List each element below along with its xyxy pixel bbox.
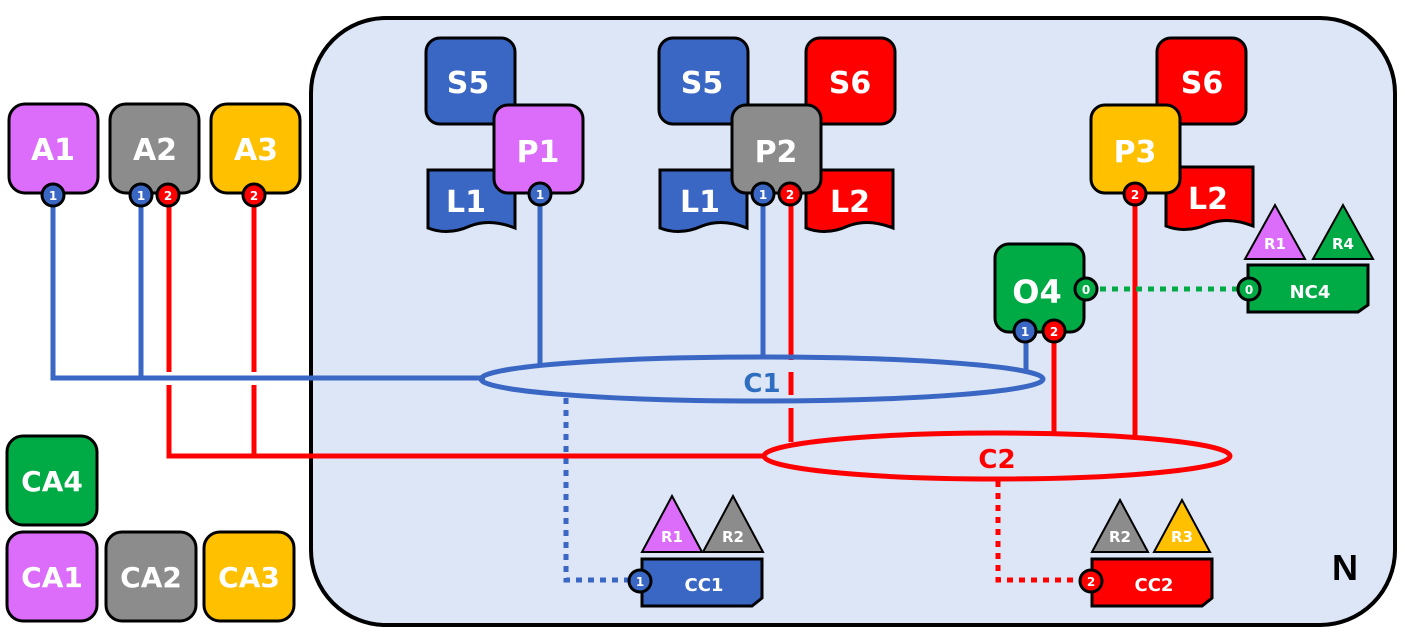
- policy-r2-cc2-label: R2: [1109, 528, 1131, 546]
- port-a3-2-label: 2: [250, 189, 258, 203]
- port-cc1-1-label: 1: [636, 575, 644, 589]
- port-p2-2-label: 2: [786, 188, 794, 202]
- actor-a3-label: A3: [234, 133, 278, 168]
- port-o4-2[interactable]: 2: [1041, 318, 1067, 344]
- peer-p2[interactable]: P2: [730, 103, 823, 195]
- ca-ca1-label: CA1: [21, 561, 83, 594]
- actor-a1[interactable]: A1: [7, 102, 100, 195]
- port-p1-1-label: 1: [536, 188, 544, 202]
- channel-c1-label: C1: [743, 369, 780, 399]
- port-cc2-2[interactable]: 2: [1078, 568, 1104, 594]
- port-o4-1-label: 1: [1021, 325, 1029, 339]
- policy-r3-cc2-label: R3: [1171, 528, 1193, 546]
- channel-config-cc1-label: CC1: [685, 575, 724, 596]
- port-a1-1-label: 1: [49, 189, 57, 203]
- policy-r2-cc1-label: R2: [722, 528, 744, 546]
- port-p2-1-label: 1: [759, 188, 767, 202]
- ca-ca3-label: CA3: [218, 561, 280, 594]
- port-cc1-1[interactable]: 1: [627, 568, 653, 594]
- port-p2-1[interactable]: 1: [750, 181, 776, 207]
- ca-ca3[interactable]: CA3: [202, 530, 296, 623]
- actor-a2-label: A2: [133, 133, 177, 168]
- actor-a1-label: A1: [31, 133, 75, 168]
- port-o4-1[interactable]: 1: [1012, 318, 1038, 344]
- port-a2-2[interactable]: 2: [155, 182, 181, 208]
- channel-config-cc2[interactable]: CC2: [1090, 557, 1214, 608]
- smart-contract-s5-p2-label: S5: [681, 66, 723, 101]
- policy-r1-cc1-label: R1: [661, 528, 683, 546]
- ca-ca4[interactable]: CA4: [5, 434, 99, 527]
- port-p3-2[interactable]: 2: [1122, 181, 1148, 207]
- smart-contract-s5-p1-label: S5: [447, 66, 489, 101]
- port-o4-2-label: 2: [1050, 325, 1058, 339]
- ca-ca1[interactable]: CA1: [5, 530, 99, 623]
- port-a2-2-label: 2: [164, 189, 172, 203]
- network-label: N: [1332, 547, 1358, 588]
- channel-config-cc1[interactable]: CC1: [640, 557, 764, 608]
- orderer-o4-label: O4: [1012, 273, 1061, 311]
- port-o4-0[interactable]: 0: [1073, 276, 1099, 302]
- port-p3-2-label: 2: [1131, 188, 1139, 202]
- orderer-o4[interactable]: O4: [993, 242, 1086, 334]
- ledger-l2-p3-label: L2: [1188, 182, 1228, 217]
- ca-ca4-label: CA4: [21, 465, 83, 498]
- channel-c2-label: C2: [978, 445, 1015, 475]
- network-diagram: N C1 C2 A1 A2 A3 CA4 CA1 CA2 CA3 S5 L1 P…: [5, 16, 1397, 627]
- ca-ca2[interactable]: CA2: [104, 530, 198, 623]
- actor-a3[interactable]: A3: [209, 102, 302, 195]
- ca-ca2-label: CA2: [120, 561, 182, 594]
- policy-r4-nc4-label: R4: [1332, 235, 1354, 253]
- peer-p3[interactable]: P3: [1089, 103, 1182, 195]
- port-p1-1[interactable]: 1: [527, 181, 553, 207]
- ledger-l1-p2-label: L1: [680, 185, 720, 220]
- channel-config-cc2-label: CC2: [1135, 575, 1174, 596]
- smart-contract-s6-p2-label: S6: [829, 66, 871, 101]
- port-p2-2[interactable]: 2: [777, 181, 803, 207]
- port-a2-1[interactable]: 1: [128, 182, 154, 208]
- peer-p1[interactable]: P1: [492, 103, 585, 195]
- port-a3-2[interactable]: 2: [241, 182, 267, 208]
- network-config-nc4-label: NC4: [1290, 282, 1331, 303]
- ledger-l1-p1-label: L1: [446, 185, 486, 220]
- ledger-l2-p2-label: L2: [830, 185, 870, 220]
- port-a2-1-label: 1: [137, 189, 145, 203]
- peer-p3-label: P3: [1114, 135, 1157, 170]
- port-a1-1[interactable]: 1: [40, 182, 66, 208]
- port-nc4-0-label: 0: [1245, 283, 1253, 297]
- peer-p1-label: P1: [517, 135, 560, 170]
- port-nc4-0[interactable]: 0: [1236, 276, 1262, 302]
- network-config-nc4[interactable]: NC4: [1246, 263, 1370, 314]
- smart-contract-s6-p3-label: S6: [1181, 66, 1223, 101]
- port-cc2-2-label: 2: [1087, 575, 1095, 589]
- policy-r1-nc4-label: R1: [1264, 235, 1286, 253]
- peer-p2-label: P2: [755, 135, 798, 170]
- actor-a2[interactable]: A2: [108, 102, 201, 195]
- port-o4-0-label: 0: [1082, 283, 1090, 297]
